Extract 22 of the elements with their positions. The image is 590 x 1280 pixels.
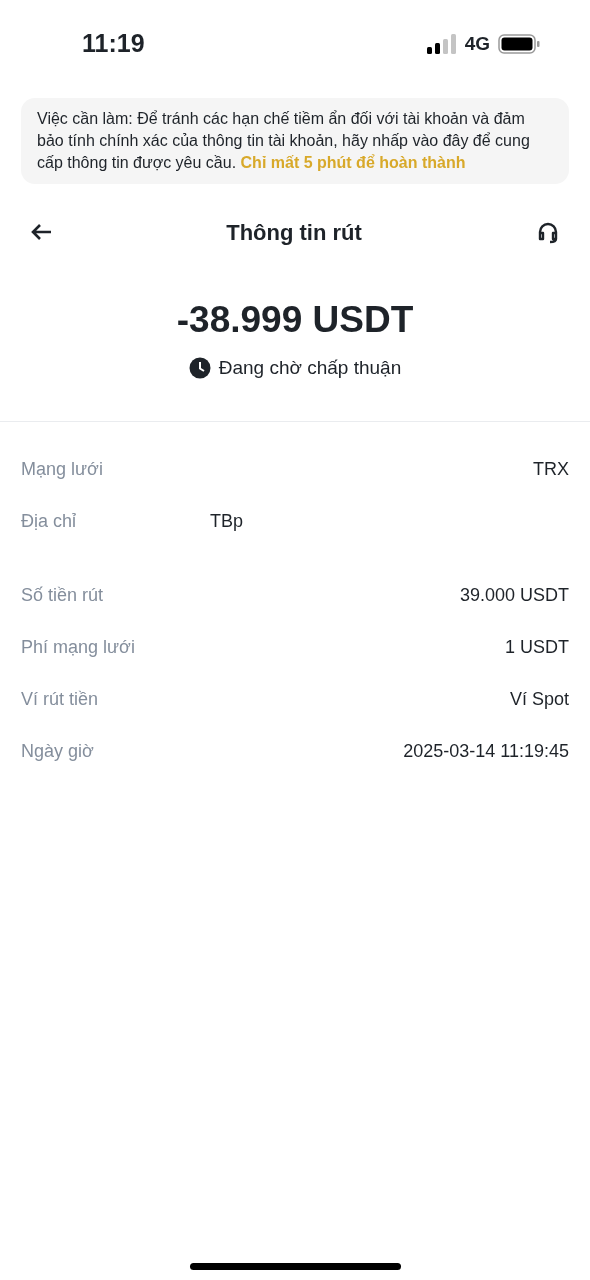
detail-value: TRX [533, 457, 569, 481]
detail-label: Ngày giờ [21, 739, 94, 763]
detail-value: 1 USDT [505, 635, 569, 659]
clock-icon [188, 357, 211, 380]
status-text: Đang chờ chấp thuận [218, 356, 402, 380]
detail-label: Số tiền rút [21, 583, 104, 607]
detail-value: Ví Spot [509, 687, 569, 711]
page-title: Thông tin rút [226, 218, 362, 247]
detail-label: Ví rút tiền [21, 687, 99, 711]
network-label: 4G [464, 31, 490, 56]
detail-value: 2025-03-14 11:19:45 [403, 739, 569, 763]
detail-label: Địa chỉ [21, 509, 77, 533]
back-arrow-icon[interactable] [30, 223, 52, 241]
headset-icon[interactable] [536, 220, 560, 244]
detail-label: Phí mạng lưới [21, 635, 135, 659]
clock-time: 11:19 [82, 28, 145, 60]
withdrawal-amount: -38.999 USDT [176, 298, 414, 342]
signal-icon [426, 34, 457, 54]
detail-label: Mạng lưới [21, 457, 103, 481]
battery-icon [498, 34, 540, 54]
address-value: TBp [210, 509, 244, 533]
detail-value: 39.000 USDT [459, 583, 569, 607]
